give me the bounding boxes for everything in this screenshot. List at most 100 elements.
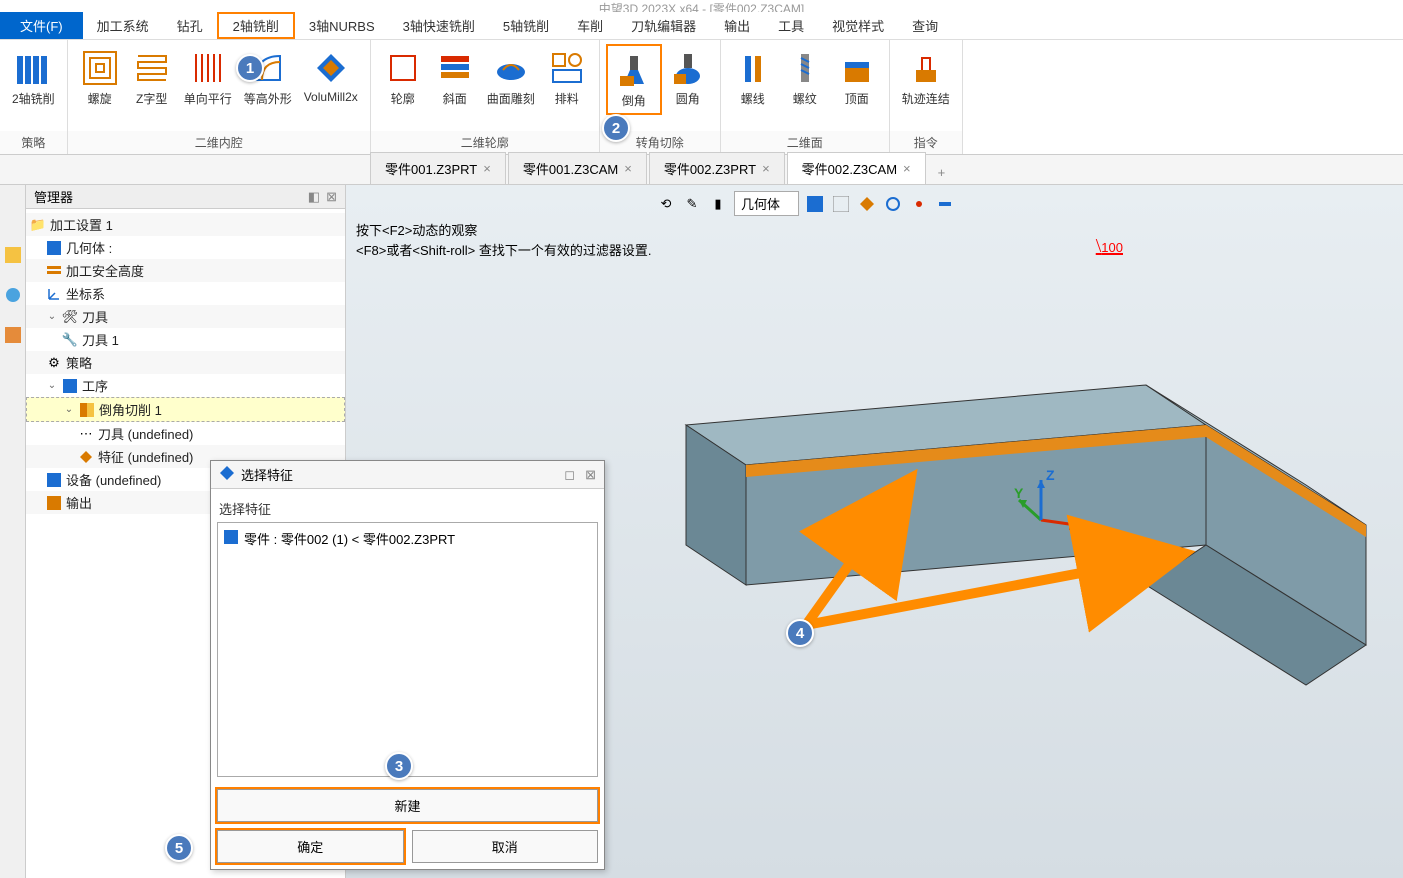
vt-icon-7[interactable] (883, 194, 903, 214)
ribbon-group-command: 指令 (890, 131, 962, 154)
callout-4: 4 (786, 619, 814, 647)
file-menu[interactable]: 文件(F) (0, 12, 83, 39)
tab-part001-cam[interactable]: 零件001.Z3CAM× (508, 152, 647, 184)
op-icon (79, 402, 95, 418)
gear-icon: ⚙ (46, 355, 62, 371)
feature-list[interactable]: 零件 : 零件002 (1) < 零件002.Z3PRT (217, 522, 598, 777)
ribbon-engrave[interactable]: 曲面雕刻 (481, 44, 541, 111)
close-icon[interactable]: × (624, 161, 632, 176)
volumill-icon (311, 48, 351, 88)
document-tabs: 零件001.Z3PRT× 零件001.Z3CAM× 零件002.Z3PRT× 零… (0, 155, 1403, 185)
menu-output[interactable]: 输出 (710, 12, 764, 39)
add-tab-button[interactable]: + (928, 161, 956, 184)
ribbon-zigzag[interactable]: Z字型 (126, 44, 178, 111)
viewport-hint: 按下<F2>动态的观察 <F8>或者<Shift-roll> 查找下一个有效的过… (356, 221, 651, 260)
ribbon-2axis-mill[interactable]: 2轴铣削 (6, 44, 61, 111)
tree-tool-1[interactable]: 🔧刀具 1 (26, 328, 345, 351)
cancel-button[interactable]: 取消 (412, 830, 599, 863)
tree-op-tool[interactable]: ⋯刀具 (undefined) (26, 422, 345, 445)
menu-visual-style[interactable]: 视觉样式 (818, 12, 898, 39)
folder-icon: 📁 (30, 217, 46, 233)
side-icon-1[interactable] (3, 245, 23, 265)
ok-button[interactable]: 确定 (217, 830, 404, 863)
menu-3axis-nurbs[interactable]: 3轴NURBS (295, 12, 389, 39)
dialog-close-icon[interactable]: ⊠ (585, 467, 596, 483)
menu-5axis[interactable]: 5轴铣削 (489, 12, 563, 39)
side-icon-2[interactable] (3, 285, 23, 305)
menu-turning[interactable]: 车削 (563, 12, 617, 39)
vt-icon-2[interactable]: ✎ (682, 194, 702, 214)
menu-machining-system[interactable]: 加工系统 (83, 12, 163, 39)
output-icon (46, 495, 62, 511)
tree-geometry[interactable]: 几何体 : (26, 236, 345, 259)
panel-float-icon[interactable]: ◧ (308, 189, 320, 205)
vt-icon-9[interactable] (935, 194, 955, 214)
window-title: 中望3D 2023X x64 - [零件002.Z3CAM] (0, 0, 1403, 12)
ribbon-parallel[interactable]: 单向平行 (178, 44, 238, 111)
axis-x-label: X (1081, 520, 1090, 536)
filter-combo[interactable]: 几何体 (734, 191, 799, 216)
menu-drill[interactable]: 钻孔 (163, 12, 217, 39)
ribbon-thread[interactable]: 螺纹 (779, 44, 831, 111)
ribbon-ramp[interactable]: 斜面 (429, 44, 481, 111)
tree-safeheight[interactable]: 加工安全高度 (26, 259, 345, 282)
ribbon-helix[interactable]: 螺线 (727, 44, 779, 111)
axis-y-label: Y (1014, 485, 1023, 501)
dialog-icon (219, 465, 235, 484)
tree-operations[interactable]: ⌄工序 (26, 374, 345, 397)
viewport-toolbar: ⟲ ✎ ▮ 几何体 (656, 191, 955, 216)
tab-part002-prt[interactable]: 零件002.Z3PRT× (649, 152, 785, 184)
ribbon-volumill[interactable]: VoluMill2x (298, 44, 364, 108)
collapse-icon[interactable]: ⌄ (46, 311, 58, 322)
menu-inquire[interactable]: 查询 (898, 12, 952, 39)
tool-icon: 🔧 (62, 332, 78, 348)
tab-part002-cam[interactable]: 零件002.Z3CAM× (787, 152, 926, 184)
tree-chamfer-op[interactable]: ⌄倒角切削 1 (26, 397, 345, 422)
vt-icon-3[interactable]: ▮ (708, 194, 728, 214)
tree-root[interactable]: 📁加工设置 1 (26, 213, 345, 236)
tree-tools[interactable]: ⌄🛠刀具 (26, 305, 345, 328)
dialog-title: 选择特征 (241, 465, 293, 484)
side-toolbar (0, 185, 26, 878)
ribbon-link[interactable]: 轨迹连结 (896, 44, 956, 111)
zigzag-icon (132, 48, 172, 88)
vt-icon-4[interactable] (805, 194, 825, 214)
callout-5: 5 (165, 834, 193, 862)
dialog-help-icon[interactable]: ◻ (564, 467, 575, 483)
new-button[interactable]: 新建 (217, 789, 598, 822)
engrave-icon (491, 48, 531, 88)
collapse-icon[interactable]: ⌄ (46, 380, 58, 391)
menu-3axis-fast[interactable]: 3轴快速铣削 (389, 12, 489, 39)
vt-icon-5[interactable] (831, 194, 851, 214)
menu-2axis-mill[interactable]: 2轴铣削 (217, 12, 295, 39)
menu-tools[interactable]: 工具 (764, 12, 818, 39)
vt-icon-6[interactable] (857, 194, 877, 214)
callout-2: 2 (602, 114, 630, 142)
ribbon-spiral[interactable]: 螺旋 (74, 44, 126, 111)
vt-icon-8[interactable] (909, 194, 929, 214)
select-feature-dialog: 选择特征 ◻⊠ 选择特征 零件 : 零件002 (1) < 零件002.Z3PR… (210, 460, 605, 870)
ribbon-group-contour: 二维轮廓 (371, 131, 599, 154)
menu-toolpath-editor[interactable]: 刀轨编辑器 (617, 12, 710, 39)
close-icon[interactable]: × (762, 161, 770, 176)
ribbon-nest[interactable]: 排料 (541, 44, 593, 111)
ribbon-profile[interactable]: 轮廓 (377, 44, 429, 111)
helix-icon (733, 48, 773, 88)
tab-part001-prt[interactable]: 零件001.Z3PRT× (370, 152, 506, 184)
tree-strategy[interactable]: ⚙策略 (26, 351, 345, 374)
feature-list-item[interactable]: 零件 : 零件002 (1) < 零件002.Z3PRT (222, 527, 593, 550)
chamfer-icon (614, 50, 654, 90)
panel-close-icon[interactable]: ⊠ (326, 189, 337, 205)
close-icon[interactable]: × (903, 161, 911, 176)
part-icon (224, 530, 238, 547)
ribbon-chamfer[interactable]: 倒角 (606, 44, 662, 115)
ribbon-topface[interactable]: 顶面 (831, 44, 883, 111)
side-icon-3[interactable] (3, 325, 23, 345)
vt-icon-1[interactable]: ⟲ (656, 194, 676, 214)
tree-coordsys[interactable]: 坐标系 (26, 282, 345, 305)
close-icon[interactable]: × (483, 161, 491, 176)
collapse-icon[interactable]: ⌄ (63, 404, 75, 415)
parallel-icon (188, 48, 228, 88)
ribbon-fillet[interactable]: 圆角 (662, 44, 714, 111)
axis-z-label: Z (1046, 467, 1055, 483)
